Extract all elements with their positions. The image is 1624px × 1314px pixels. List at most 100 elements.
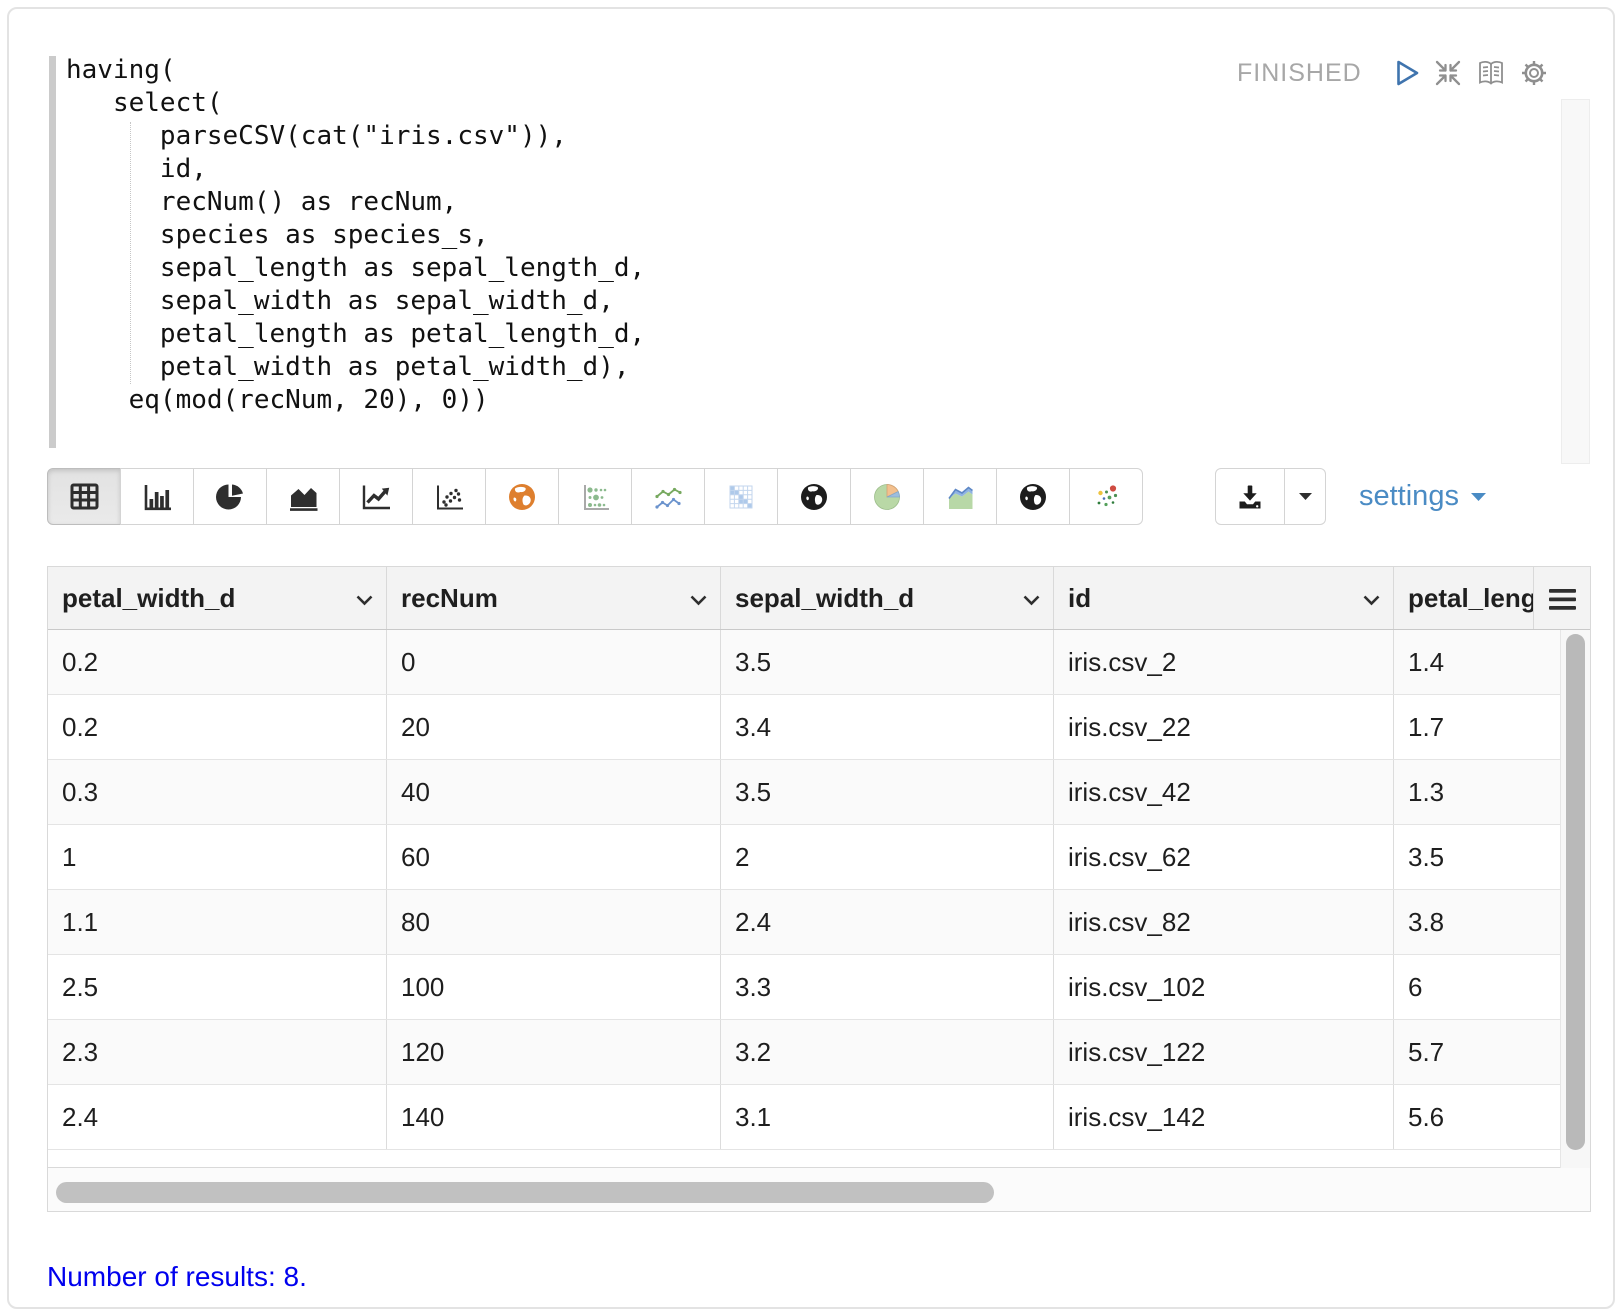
- table-cell: 20: [386, 695, 720, 759]
- chevron-down-icon[interactable]: [355, 590, 374, 606]
- pie-icon: [214, 481, 246, 513]
- compress-icon[interactable]: [1433, 58, 1463, 88]
- chevron-down-icon[interactable]: [1022, 590, 1041, 606]
- horizontal-scrollbar[interactable]: [48, 1168, 1590, 1211]
- code-line: having(: [66, 54, 645, 87]
- column-header-petal_width_d[interactable]: petal_width_d: [48, 567, 386, 629]
- viz-toolbar: [47, 468, 1143, 525]
- viz-map-orange-button[interactable]: [485, 468, 559, 525]
- download-button[interactable]: [1215, 468, 1285, 525]
- table-cell: 0.2: [48, 695, 386, 759]
- column-header-petal_leng[interactable]: petal_leng: [1393, 567, 1533, 629]
- horizontal-scrollbar-thumb[interactable]: [56, 1182, 994, 1203]
- code-editor[interactable]: having( select( parseCSV(cat("iris.csv")…: [49, 53, 1593, 453]
- table-row: 0.3403.5iris.csv_421.3: [48, 760, 1562, 825]
- book-icon[interactable]: [1475, 58, 1507, 88]
- map-orange-icon: [506, 481, 538, 513]
- viz-pie-button[interactable]: [193, 468, 267, 525]
- viz-globe-dark-2-button[interactable]: [996, 468, 1070, 525]
- chevron-down-icon[interactable]: [689, 590, 708, 606]
- results-count: Number of results: 8.: [47, 1261, 307, 1293]
- table-row: 1602iris.csv_623.5: [48, 825, 1562, 890]
- result-table: petal_width_d recNum sepal_width_d id petal_…: [47, 566, 1591, 1212]
- table-cell: iris.csv_102: [1053, 955, 1393, 1019]
- vertical-scrollbar[interactable]: [1560, 630, 1590, 1168]
- scatter-colored-icon: [1090, 481, 1122, 513]
- table-cell: 2.3: [48, 1020, 386, 1084]
- menu-icon: [1549, 587, 1576, 610]
- table-cell: 6: [1393, 955, 1562, 1019]
- code-line: recNum() as recNum,: [66, 186, 645, 219]
- table-cell: 5.7: [1393, 1020, 1562, 1084]
- viz-heatmap-button[interactable]: [704, 468, 778, 525]
- viz-bar-button[interactable]: [120, 468, 194, 525]
- settings-label: settings: [1359, 480, 1459, 513]
- table-cell: iris.csv_42: [1053, 760, 1393, 824]
- table-cell: 1.3: [1393, 760, 1562, 824]
- bar-icon: [140, 481, 174, 513]
- vertical-scrollbar-thumb[interactable]: [1566, 634, 1585, 1150]
- globe-dark-2-icon: [1017, 481, 1049, 513]
- table-cell: 2: [720, 825, 1053, 889]
- viz-line-button[interactable]: [339, 468, 413, 525]
- download-caret-button[interactable]: [1285, 468, 1326, 525]
- editor-gutter: [49, 56, 56, 448]
- column-header-id[interactable]: id: [1053, 567, 1393, 629]
- table-row: 1.1802.4iris.csv_823.8: [48, 890, 1562, 955]
- bubble-icon: [578, 481, 612, 513]
- table-cell: 1.4: [1393, 630, 1562, 694]
- viz-table-button[interactable]: [47, 468, 121, 525]
- table-menu-button[interactable]: [1533, 567, 1590, 629]
- indent-guide: [130, 122, 131, 384]
- paragraph-controls: FINISHED: [1237, 55, 1549, 91]
- viz-multiline-button[interactable]: [631, 468, 705, 525]
- viz-scatter-colored-button[interactable]: [1069, 468, 1143, 525]
- code-line: id,: [66, 153, 645, 186]
- table-cell: 0.3: [48, 760, 386, 824]
- table-icon: [68, 481, 101, 512]
- viz-area-button[interactable]: [266, 468, 340, 525]
- viz-scatter-button[interactable]: [412, 468, 486, 525]
- chevron-down-icon[interactable]: [1362, 590, 1381, 606]
- table-row: 2.51003.3iris.csv_1026: [48, 955, 1562, 1020]
- viz-bubble-button[interactable]: [558, 468, 632, 525]
- download-group: [1215, 468, 1326, 525]
- table-cell: 60: [386, 825, 720, 889]
- code-line: sepal_length as sepal_length_d,: [66, 252, 645, 285]
- caret-down-icon: [1298, 492, 1313, 501]
- viz-pie-colored-button[interactable]: [850, 468, 924, 525]
- table-cell: 80: [386, 890, 720, 954]
- editor-scrollbar[interactable]: [1561, 99, 1590, 464]
- table-cell: iris.csv_82: [1053, 890, 1393, 954]
- code-line: sepal_width as sepal_width_d,: [66, 285, 645, 318]
- area-icon: [286, 481, 320, 513]
- column-header-recNum[interactable]: recNum: [386, 567, 720, 629]
- table-cell: 1: [48, 825, 386, 889]
- column-label: petal_width_d: [62, 583, 235, 614]
- globe-dark-icon: [798, 481, 830, 513]
- table-cell: 3.4: [720, 695, 1053, 759]
- paragraph-status: FINISHED: [1237, 59, 1362, 88]
- table-cell: iris.csv_62: [1053, 825, 1393, 889]
- table-cell: iris.csv_22: [1053, 695, 1393, 759]
- play-icon[interactable]: [1394, 58, 1421, 88]
- table-cell: iris.csv_122: [1053, 1020, 1393, 1084]
- viz-globe-dark-button[interactable]: [777, 468, 851, 525]
- table-cell: 0: [386, 630, 720, 694]
- table-body: 0.203.5iris.csv_21.40.2203.4iris.csv_221…: [48, 630, 1562, 1168]
- column-label: id: [1068, 583, 1091, 614]
- line-icon: [359, 481, 393, 513]
- code-line: select(: [66, 87, 645, 120]
- notebook-paragraph: having( select( parseCSV(cat("iris.csv")…: [0, 0, 1624, 1314]
- table-row: 0.2203.4iris.csv_221.7: [48, 695, 1562, 760]
- column-header-sepal_width_d[interactable]: sepal_width_d: [720, 567, 1053, 629]
- settings-toggle[interactable]: settings: [1359, 468, 1487, 525]
- table-cell: 1.1: [48, 890, 386, 954]
- viz-area-colored-button[interactable]: [923, 468, 997, 525]
- column-label: recNum: [401, 583, 498, 614]
- area-colored-icon: [943, 481, 977, 513]
- gear-icon[interactable]: [1519, 58, 1549, 88]
- paragraph-card: having( select( parseCSV(cat("iris.csv")…: [7, 7, 1615, 1309]
- table-header: petal_width_d recNum sepal_width_d id petal_…: [48, 567, 1590, 630]
- pie-colored-icon: [870, 480, 904, 514]
